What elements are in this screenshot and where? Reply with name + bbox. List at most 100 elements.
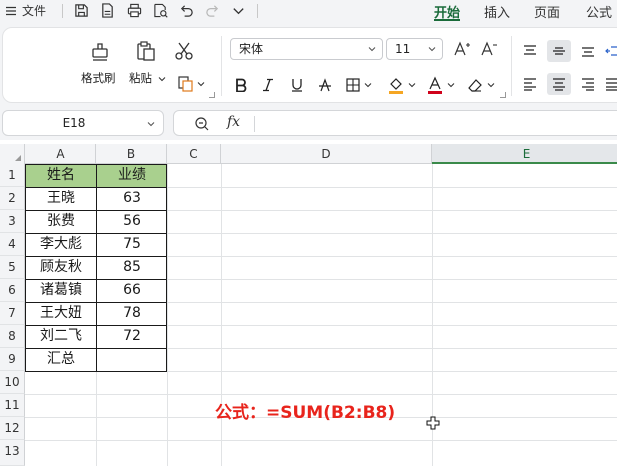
row-header-11[interactable]: 11 xyxy=(0,394,25,417)
cell-b6[interactable]: 66 xyxy=(97,279,167,302)
table-border xyxy=(25,256,167,257)
chevron-down-icon[interactable] xyxy=(487,81,495,89)
fill-color-button[interactable] xyxy=(387,74,405,96)
save-button[interactable] xyxy=(72,1,90,19)
row-header-10[interactable]: 10 xyxy=(0,371,25,394)
indent-button[interactable] xyxy=(603,40,617,62)
align-left-icon xyxy=(524,78,536,91)
align-top-icon xyxy=(524,45,536,55)
chevron-down-icon[interactable] xyxy=(408,81,416,89)
chevron-down-icon[interactable] xyxy=(447,81,455,89)
cell-a7[interactable]: 王大妞 xyxy=(26,302,96,325)
row-header-2[interactable]: 2 xyxy=(0,187,25,210)
italic-button[interactable] xyxy=(259,74,277,96)
row-header-6[interactable]: 6 xyxy=(0,279,25,302)
cell-b8[interactable]: 72 xyxy=(97,325,167,348)
column-header-e[interactable]: E xyxy=(432,144,617,164)
row-header-4[interactable]: 4 xyxy=(0,233,25,256)
quick-access-more-button[interactable] xyxy=(229,1,247,19)
font-name-select[interactable]: 宋体 xyxy=(230,38,383,60)
undo-button[interactable] xyxy=(177,1,195,19)
chevron-down-icon[interactable] xyxy=(364,81,372,89)
align-bottom-button[interactable] xyxy=(577,40,599,62)
clipboard-launcher-icon[interactable] xyxy=(209,92,215,98)
cell-b4[interactable]: 75 xyxy=(97,233,167,256)
align-center-button[interactable] xyxy=(547,73,571,95)
cell-a6[interactable]: 诸葛镇 xyxy=(26,279,96,302)
print-button[interactable] xyxy=(125,1,143,19)
align-left-button[interactable] xyxy=(519,73,541,95)
row-header-3[interactable]: 3 xyxy=(0,210,25,233)
row-header-5[interactable]: 5 xyxy=(0,256,25,279)
redo-button[interactable] xyxy=(203,1,221,19)
cell-b7[interactable]: 78 xyxy=(97,302,167,325)
table-border xyxy=(25,279,167,280)
strikethrough-icon xyxy=(319,78,331,92)
font-size-select[interactable]: 11 xyxy=(386,38,443,60)
clear-button[interactable] xyxy=(466,74,484,96)
row-header-1[interactable]: 1 xyxy=(0,164,25,187)
copy-button[interactable] xyxy=(175,73,197,95)
cell-a2[interactable]: 王晓 xyxy=(26,187,96,210)
borders-button[interactable] xyxy=(345,74,361,96)
row-header-9[interactable]: 9 xyxy=(0,348,25,371)
row-header-8[interactable]: 8 xyxy=(0,325,25,348)
font-color-button[interactable] xyxy=(426,74,444,96)
tab-page[interactable]: 页面 xyxy=(534,2,560,21)
formula-input[interactable]: fx xyxy=(173,110,617,136)
format-painter-label[interactable]: 格式刷 xyxy=(81,70,116,86)
strikethrough-button[interactable] xyxy=(316,74,334,96)
cell-b3[interactable]: 56 xyxy=(97,210,167,233)
copy-dropdown-icon[interactable] xyxy=(197,80,205,88)
tab-insert[interactable]: 插入 xyxy=(484,2,510,21)
column-header-c[interactable]: C xyxy=(167,144,221,164)
paste-icon[interactable] xyxy=(135,40,157,62)
zoom-icon[interactable] xyxy=(194,116,210,132)
document-export-icon xyxy=(101,2,113,18)
cell-a1[interactable]: 姓名 xyxy=(26,164,96,187)
file-menu[interactable]: 文件 xyxy=(6,2,46,19)
export-pdf-button[interactable] xyxy=(98,1,116,19)
tab-formulas[interactable]: 公式 xyxy=(586,2,612,21)
increase-font-size-button[interactable] xyxy=(453,40,471,58)
cell-b9[interactable] xyxy=(97,348,167,371)
cell-b5[interactable]: 85 xyxy=(97,256,167,279)
select-all-corner[interactable] xyxy=(0,144,25,164)
row-header-7[interactable]: 7 xyxy=(0,302,25,325)
paste-label[interactable]: 粘贴 xyxy=(129,70,152,86)
worksheet-grid[interactable]: A B C D E 1 2 3 4 5 6 7 8 9 10 11 12 13 … xyxy=(0,144,617,466)
format-painter-icon[interactable] xyxy=(89,40,111,62)
decrease-font-size-button[interactable] xyxy=(480,40,498,58)
column-header-b[interactable]: B xyxy=(96,144,167,164)
cell-a9[interactable]: 汇总 xyxy=(26,348,96,371)
eraser-icon xyxy=(468,79,482,92)
cell-a5[interactable]: 顾友秋 xyxy=(26,256,96,279)
paste-dropdown-icon[interactable] xyxy=(158,75,166,83)
bold-button[interactable] xyxy=(232,74,250,96)
divider xyxy=(254,116,255,132)
justify-button[interactable] xyxy=(603,73,617,95)
align-middle-button[interactable] xyxy=(547,40,571,62)
gridline xyxy=(25,440,617,441)
column-header-a[interactable]: A xyxy=(26,144,96,164)
cell-b1[interactable]: 业绩 xyxy=(97,164,167,187)
print-preview-button[interactable] xyxy=(151,1,169,19)
insert-function-button[interactable]: fx xyxy=(227,114,240,130)
column-header-d[interactable]: D xyxy=(221,144,432,164)
row-header-13[interactable]: 13 xyxy=(0,440,25,466)
underline-button[interactable] xyxy=(288,74,306,96)
cut-button[interactable] xyxy=(173,40,195,62)
row-header-12[interactable]: 12 xyxy=(0,417,25,440)
divider xyxy=(511,36,512,96)
name-box[interactable]: E18 xyxy=(2,110,164,136)
chevron-down-icon[interactable] xyxy=(147,120,155,128)
copy-icon xyxy=(178,76,193,92)
font-launcher-icon[interactable] xyxy=(500,92,506,98)
cell-b2[interactable]: 63 xyxy=(97,187,167,210)
chevron-down-icon xyxy=(232,7,244,14)
cell-a8[interactable]: 刘二飞 xyxy=(26,325,96,348)
cell-a4[interactable]: 李大彪 xyxy=(26,233,96,256)
align-top-button[interactable] xyxy=(519,40,541,62)
cell-a3[interactable]: 张费 xyxy=(26,210,96,233)
align-right-button[interactable] xyxy=(577,73,599,95)
